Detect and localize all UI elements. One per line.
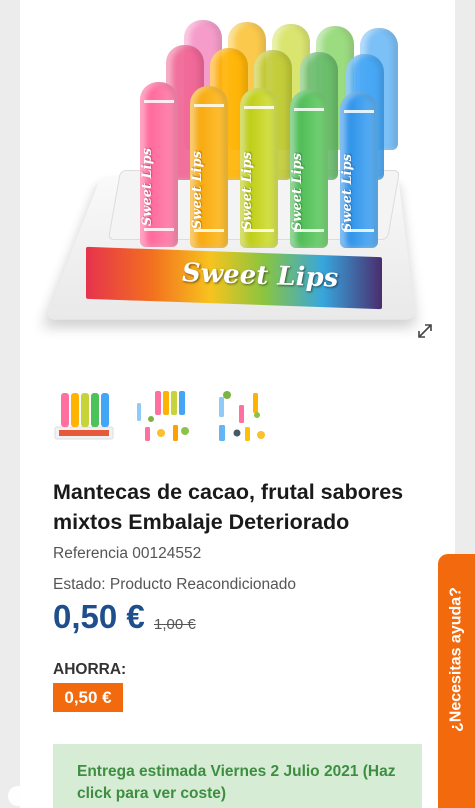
tube-brand-label: Sweet Lips: [140, 148, 155, 227]
product-reference: Referencia 00124552: [53, 545, 202, 562]
thumbnail-tubes-fruits[interactable]: [213, 383, 277, 447]
current-price: 0,50 €: [53, 598, 145, 635]
delivery-estimate-banner[interactable]: Entrega estimada Viernes 2 Julio 2021 (H…: [53, 744, 422, 808]
chat-icon[interactable]: [8, 786, 28, 806]
lip-balm-tube-pink: Sweet Lips: [140, 82, 178, 247]
expand-icon[interactable]: [416, 322, 434, 340]
thumbnail-display-front[interactable]: [53, 383, 117, 447]
help-tab-label: ¿Necesitas ayuda?: [447, 587, 465, 733]
product-title: Mantecas de cacao, frutal sabores mixtos…: [53, 480, 404, 534]
help-tab[interactable]: ¿Necesitas ayuda?: [438, 554, 475, 808]
old-price: 1,00 €: [154, 616, 196, 633]
tube-brand-label: Sweet Lips: [190, 150, 205, 229]
lip-balm-tube-green: Sweet Lips: [290, 90, 328, 248]
tube-brand-label: Sweet Lips: [240, 152, 255, 231]
thumbnail-strip: [53, 383, 277, 447]
thumbnail-display-side[interactable]: [133, 383, 197, 447]
product-card: Sweet Lips Sweet Lips Sweet Lips Sweet L…: [20, 0, 455, 808]
savings-label: AHORRA:: [53, 661, 127, 678]
lip-balm-tube-orange: Sweet Lips: [190, 86, 228, 248]
tube-brand-label: Sweet Lips: [290, 153, 305, 232]
fruit-banner: Sweet Lips: [86, 246, 382, 310]
product-condition: Estado: Producto Reacondicionado: [53, 576, 296, 593]
savings-badge: 0,50 €: [53, 683, 123, 712]
main-product-image[interactable]: Sweet Lips Sweet Lips Sweet Lips Sweet L…: [44, 0, 432, 345]
lip-balm-tube-lime: Sweet Lips: [240, 88, 278, 248]
tube-brand-label: Sweet Lips: [340, 154, 355, 233]
banner-brand-text: Sweet Lips: [182, 258, 339, 294]
lip-balm-tube-blue: Sweet Lips: [340, 92, 378, 248]
